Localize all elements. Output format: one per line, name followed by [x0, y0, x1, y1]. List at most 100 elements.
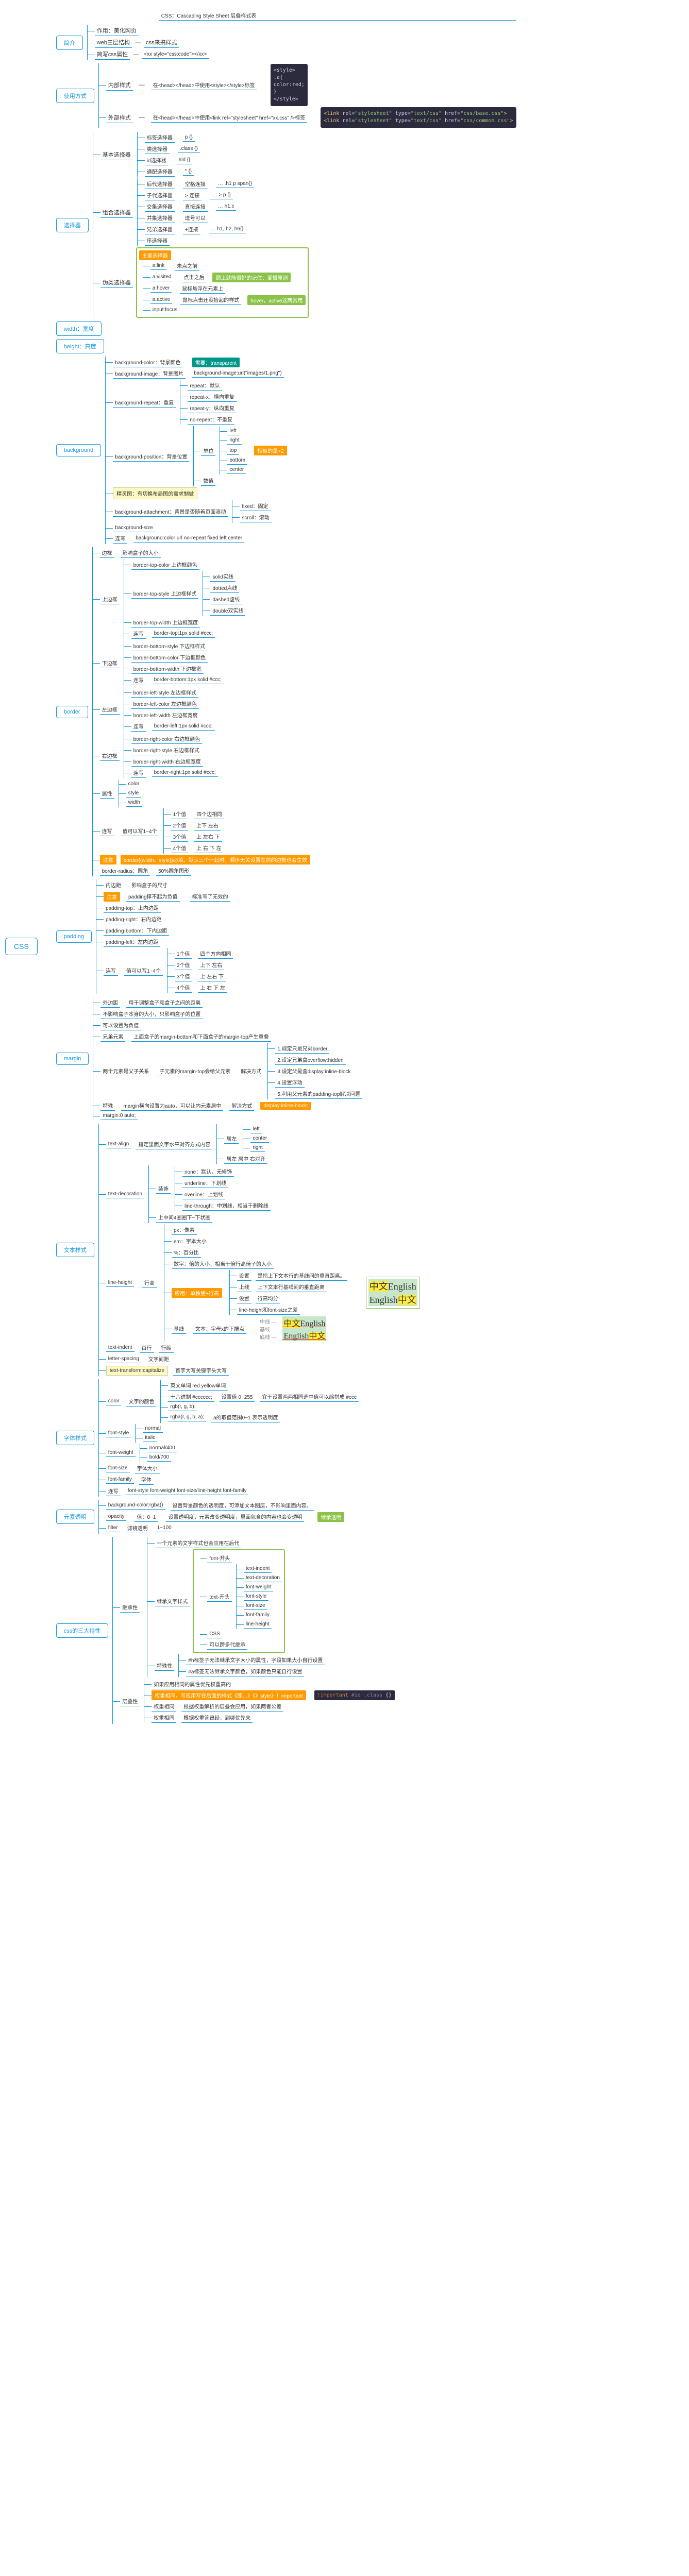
leaf: a:active — [150, 296, 172, 304]
leaf: 继承性 — [120, 1602, 140, 1613]
leaf: background-image:url("images/1.png") — [192, 369, 284, 378]
leaf: 上边框 — [100, 594, 120, 604]
leaf: line-height — [244, 1620, 272, 1629]
leaf: border-left:1px solid #ccc; — [152, 722, 215, 731]
node-padding[interactable]: padding — [56, 930, 92, 943]
leaf: background:color url no-repeat fixed lef… — [133, 534, 244, 543]
leaf: 通配选择器 — [145, 166, 175, 177]
leaf: 序选择器 — [145, 235, 170, 246]
leaf: #a标签无法继承文字颜色，如果颜色只能自行设置 — [186, 1666, 304, 1676]
leaf: 设置 — [237, 1270, 251, 1281]
leaf: 可以跨多代继承 — [207, 1639, 247, 1650]
leaf: text-indent — [106, 1344, 135, 1352]
leaf: 文字的颜色 — [126, 1396, 156, 1406]
leaf: 连写 — [131, 629, 146, 639]
note-box: 精灵图：有切换布局图的需求制做 — [113, 487, 197, 499]
leaf: border-right:1px solid #ccc; — [152, 769, 218, 777]
leaf: p {} — [183, 133, 195, 142]
leaf: border-right-color 右边框颜色 — [131, 734, 202, 744]
leaf: 值：0~1 — [135, 1512, 158, 1522]
leaf: padding撑不起为负值 — [126, 891, 180, 902]
leaf: 在<head></head>中使用<style></style>标签 — [151, 80, 257, 90]
node-border[interactable]: border — [56, 706, 88, 718]
leaf: * {} — [183, 167, 194, 176]
leaf: padding-left：左内边距 — [104, 937, 160, 947]
leaf: border-left-width 左边框宽度 — [131, 710, 200, 720]
leaf: a:visited — [150, 273, 174, 281]
leaf: 并集选择器 — [145, 213, 175, 223]
node-font[interactable]: 字体样式 — [56, 1431, 94, 1445]
leaf: 继承文字样式 — [155, 1596, 190, 1606]
leaf: 上下 左右 — [194, 820, 221, 831]
node-background[interactable]: background — [56, 444, 102, 456]
leaf: 子元素的margin-top会给父元素 — [157, 1066, 232, 1076]
node-text[interactable]: 文本样式 — [56, 1243, 94, 1257]
leaf: … .h1 p span{} — [216, 180, 254, 188]
leaf: font-开头 — [207, 1553, 232, 1563]
leaf: padding-bottom：下内边距 — [104, 925, 170, 936]
leaf: 权重相同 — [152, 1713, 176, 1723]
node-selector[interactable]: 选择器 — [56, 218, 89, 232]
code-snippet: <link rel="stylesheet" type="text/css" h… — [321, 107, 516, 128]
leaf: 文本：字母x的下端点 — [193, 1324, 246, 1334]
leaf: #h标签子无法继承文字大小的属性，字段如果大小自行设置 — [186, 1655, 325, 1665]
root-node: CSS — [5, 938, 38, 955]
leaf: 设置值 0~255 — [220, 1392, 255, 1402]
leaf: 如果应用相同的属性优先权重高的 — [152, 1679, 233, 1689]
leaf: 标签选择器 — [145, 132, 175, 143]
leaf: border-bottom-style 下边框样式 — [131, 641, 207, 651]
leaf: css来搞样式 — [144, 37, 179, 48]
leaf: id选择器 — [145, 155, 169, 165]
node-opacity[interactable]: 元素透明 — [56, 1510, 94, 1524]
leaf: 字体 — [139, 1475, 154, 1485]
leaf: repeat-x：横向重复 — [188, 392, 237, 402]
node-usage[interactable]: 使用方式 — [56, 89, 94, 103]
leaf: 一个元素的文字样式也会应用在后代 — [155, 1538, 241, 1548]
leaf: 标准写了无效的 — [190, 891, 230, 902]
node-three[interactable]: css的三大特性 — [56, 1623, 109, 1638]
node-margin[interactable]: margin — [56, 1053, 89, 1065]
leaf: 可以设置为负值 — [100, 1020, 141, 1030]
leaf: 解决方式 — [239, 1066, 263, 1076]
leaf: 连写 — [106, 1486, 121, 1496]
baseline-illustration: 中线 —基线 —底线 — — [260, 1317, 277, 1341]
leaf: 根据权重答曾经，到哪优先来 — [181, 1713, 253, 1723]
leaf: normal/400 — [147, 1444, 177, 1452]
node-height[interactable]: height：高度 — [56, 339, 104, 353]
leaf: font-size — [244, 1602, 267, 1610]
leaf: … > p {} — [210, 191, 232, 199]
leaf: margin:0 auto; — [100, 1112, 138, 1120]
leaf: repeat-y：纵向重复 — [188, 403, 237, 413]
leaf: 上 左右 下 — [194, 832, 222, 842]
leaf: 连写 — [100, 826, 114, 836]
node-width[interactable]: width：宽度 — [56, 321, 102, 336]
leaf: 鼠标点击还没抬起的样式 — [180, 295, 241, 305]
node-intro[interactable]: 简介 — [56, 36, 83, 50]
leaf: text-decoration — [106, 1190, 144, 1198]
leaf: 居左 — [224, 1133, 239, 1144]
leaf: border-top-width 上边框宽度 — [131, 617, 200, 628]
leaf: 内部样式 — [106, 80, 133, 91]
leaf: 3个值 — [171, 832, 189, 842]
leaf: 后代选择器 — [145, 179, 175, 189]
leaf: border-radius：圆角 — [100, 866, 150, 876]
highlight: 顾上就能很好的记住：爱恨原则 — [212, 273, 291, 282]
leaf: a:link — [150, 262, 166, 270]
leaf: font-family — [106, 1476, 134, 1484]
leaf: a的取值范围0~1 表示透明度 — [211, 1412, 280, 1422]
leaf: #id {} — [177, 156, 193, 164]
leaf: 滤镜透明 — [125, 1523, 150, 1533]
leaf: 属性 — [100, 788, 114, 799]
leaf: web三层结构 — [95, 37, 132, 48]
leaf: 特殊性 — [155, 1660, 174, 1671]
important-code: !important #id .class {} — [314, 1690, 395, 1700]
leaf: background-attachment：背景是否随着页面滚动 — [113, 506, 228, 517]
leaf: 组合选择器 — [100, 207, 133, 218]
leaf: 上下 左右 — [198, 960, 224, 970]
leaf: background-repeat：重复 — [113, 397, 176, 408]
highlight: 注意 — [100, 855, 116, 865]
leaf: px：像素 — [172, 1225, 197, 1235]
leaf: 值可以写1~4个 — [121, 826, 159, 836]
leaf: em：字本大小 — [172, 1236, 209, 1246]
code-snippet: <style> .a{ color:red; }</style> — [271, 64, 308, 106]
